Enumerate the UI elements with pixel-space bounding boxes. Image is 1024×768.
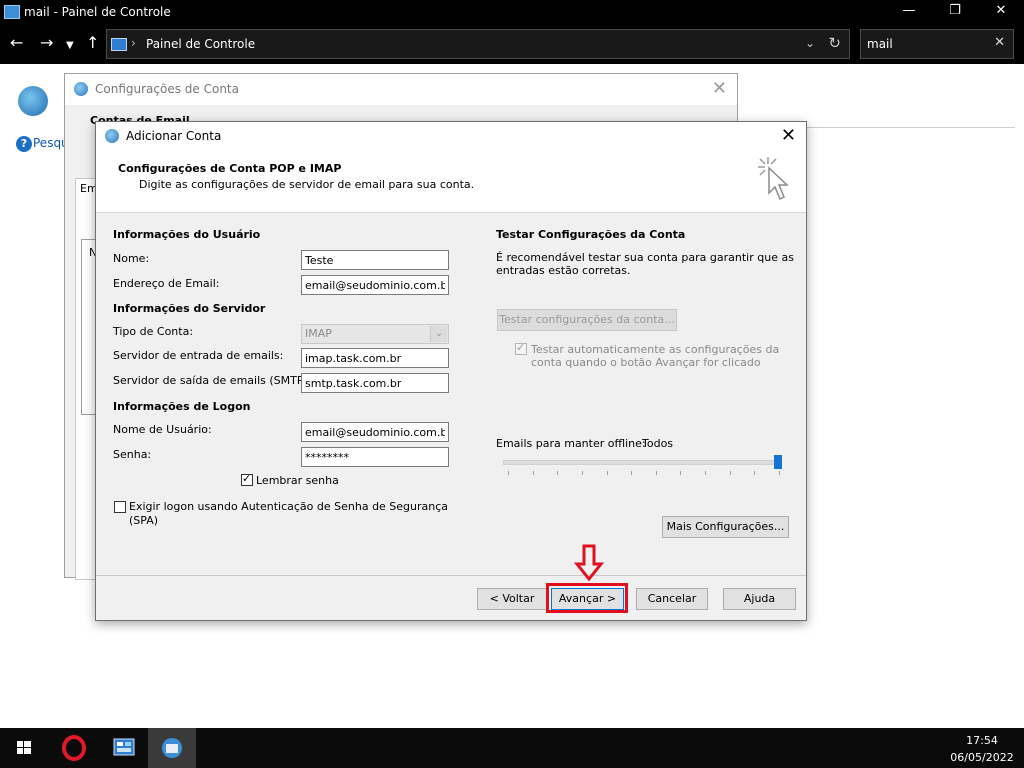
email-field[interactable] — [301, 275, 449, 295]
auto-test-checkbox[interactable] — [515, 341, 527, 355]
back-button[interactable]: < Voltar — [477, 588, 547, 610]
clear-search-icon[interactable]: ✕ — [994, 35, 1005, 50]
username-field[interactable] — [301, 422, 449, 442]
address-bar[interactable]: › Painel de Controle ⌄ ↻ — [106, 29, 850, 59]
back-arrow-icon[interactable]: ← — [10, 34, 23, 52]
control-panel-icon — [111, 38, 127, 51]
spa-label-cont: (SPA) — [129, 514, 159, 527]
close-icon[interactable]: ✕ — [712, 78, 727, 99]
taskbar — [0, 728, 1024, 768]
slider-tick — [705, 471, 707, 475]
slider-tick — [680, 471, 682, 475]
breadcrumb-separator-icon: › — [131, 36, 136, 50]
mail-setup-icon[interactable] — [148, 728, 196, 768]
offline-value: Todos — [642, 437, 674, 450]
test-settings-button[interactable]: Testar configurações da conta... — [497, 309, 677, 331]
outgoing-server-field[interactable] — [301, 373, 449, 393]
opera-icon[interactable] — [50, 728, 98, 768]
offline-label: Emails para manter offline: — [496, 437, 646, 450]
auto-test-label-cont: conta quando o botão Avançar for clicado — [531, 356, 761, 369]
divider — [96, 575, 806, 576]
chevron-down-icon: ⌄ — [430, 326, 447, 342]
cursor-click-icon — [758, 157, 789, 201]
dialog-header-subtitle: Digite as configurações de servidor de e… — [139, 178, 475, 191]
add-account-dialog: Adicionar Conta ✕ Configurações de Conta… — [95, 121, 807, 621]
account-type-select: IMAP ⌄ — [301, 324, 449, 344]
clock-date: 06/05/2022 — [950, 751, 1014, 764]
slider-tick — [532, 471, 534, 475]
minimize-button[interactable]: — — [886, 0, 932, 24]
spa-label: Exigir logon usando Autenticação de Senh… — [129, 500, 449, 513]
control-panel-icon — [4, 5, 20, 19]
name-label: Nome: — [113, 252, 150, 265]
incoming-server-field[interactable] — [301, 348, 449, 368]
more-settings-button[interactable]: Mais Configurações... — [662, 516, 789, 538]
account-settings-title-bar: Configurações de Conta ✕ — [65, 74, 737, 105]
slider-tick — [581, 471, 583, 475]
password-field[interactable] — [301, 447, 449, 467]
slider-tick — [508, 471, 509, 475]
server-info-section: Informações do Servidor — [113, 302, 266, 315]
chevron-down-icon[interactable]: ⌄ — [805, 36, 815, 50]
windows-start-icon[interactable] — [0, 728, 48, 768]
explorer-title-bar: mail - Painel de Controle — ❐ ✕ — [0, 0, 1024, 24]
red-arrow-icon — [574, 544, 604, 582]
remember-password-label: Lembrar senha — [256, 474, 339, 487]
remember-password-checkbox[interactable] — [241, 472, 253, 486]
control-panel-icon[interactable] — [100, 728, 148, 768]
close-button[interactable]: ✕ — [978, 0, 1024, 24]
search-box[interactable]: ✕ — [860, 29, 1014, 59]
offline-slider-thumb[interactable] — [774, 455, 782, 469]
account-settings-title: Configurações de Conta — [95, 82, 239, 96]
slider-tick — [754, 471, 756, 475]
window-title: mail - Painel de Controle — [24, 5, 171, 19]
password-label: Senha: — [113, 448, 152, 461]
mail-icon[interactable] — [18, 86, 48, 116]
test-settings-section: Testar Configurações da Conta — [496, 228, 686, 241]
dialog-title-bar: Adicionar Conta ✕ — [96, 122, 806, 152]
spa-checkbox[interactable] — [114, 501, 126, 513]
up-arrow-icon[interactable]: ↑ — [86, 34, 99, 52]
recent-locations-chevron-icon[interactable]: ▼ — [66, 37, 74, 55]
dialog-title: Adicionar Conta — [126, 129, 222, 143]
username-label: Nome de Usuário: — [113, 423, 212, 436]
clock[interactable]: 17:54 06/05/2022 — [946, 732, 1018, 766]
user-info-section: Informações do Usuário — [113, 228, 261, 241]
help-button[interactable]: Ajuda — [723, 588, 796, 610]
logon-info-section: Informações de Logon — [113, 400, 251, 413]
slider-tick — [729, 471, 731, 475]
forward-arrow-icon[interactable]: → — [40, 34, 53, 52]
slider-tick — [606, 471, 608, 475]
email-label: Endereço de Email: — [113, 277, 220, 290]
search-input[interactable] — [865, 35, 989, 53]
refresh-icon[interactable]: ↻ — [828, 34, 841, 52]
offline-slider[interactable] — [503, 460, 781, 465]
maximize-button[interactable]: ❐ — [932, 0, 978, 24]
outgoing-server-label: Servidor de saída de emails (SMTP): — [113, 374, 312, 387]
slider-tick — [557, 471, 559, 475]
test-description-cont: entradas estão corretas. — [496, 264, 631, 277]
slider-tick — [655, 471, 657, 475]
test-description: É recomendável testar sua conta para gar… — [496, 251, 794, 264]
slider-tick — [631, 471, 633, 475]
name-field[interactable] — [301, 250, 449, 270]
slider-tick — [779, 471, 780, 475]
help-icon: ? — [16, 136, 32, 152]
highlight-box — [546, 583, 628, 613]
incoming-server-label: Servidor de entrada de emails: — [113, 349, 284, 362]
auto-test-label: Testar automaticamente as configurações … — [531, 343, 780, 356]
mail-icon — [105, 129, 119, 143]
breadcrumb[interactable]: Painel de Controle — [146, 37, 255, 51]
cancel-button[interactable]: Cancelar — [636, 588, 708, 610]
close-button[interactable]: ✕ — [781, 125, 796, 146]
mail-icon — [74, 82, 88, 96]
dialog-header-title: Configurações de Conta POP e IMAP — [118, 162, 342, 175]
account-type-label: Tipo de Conta: — [113, 325, 194, 338]
clock-time: 17:54 — [966, 734, 998, 747]
explorer-nav-bar: ← → ▼ ↑ › Painel de Controle ⌄ ↻ ✕ — [0, 24, 1024, 64]
account-type-value: IMAP — [305, 327, 332, 340]
